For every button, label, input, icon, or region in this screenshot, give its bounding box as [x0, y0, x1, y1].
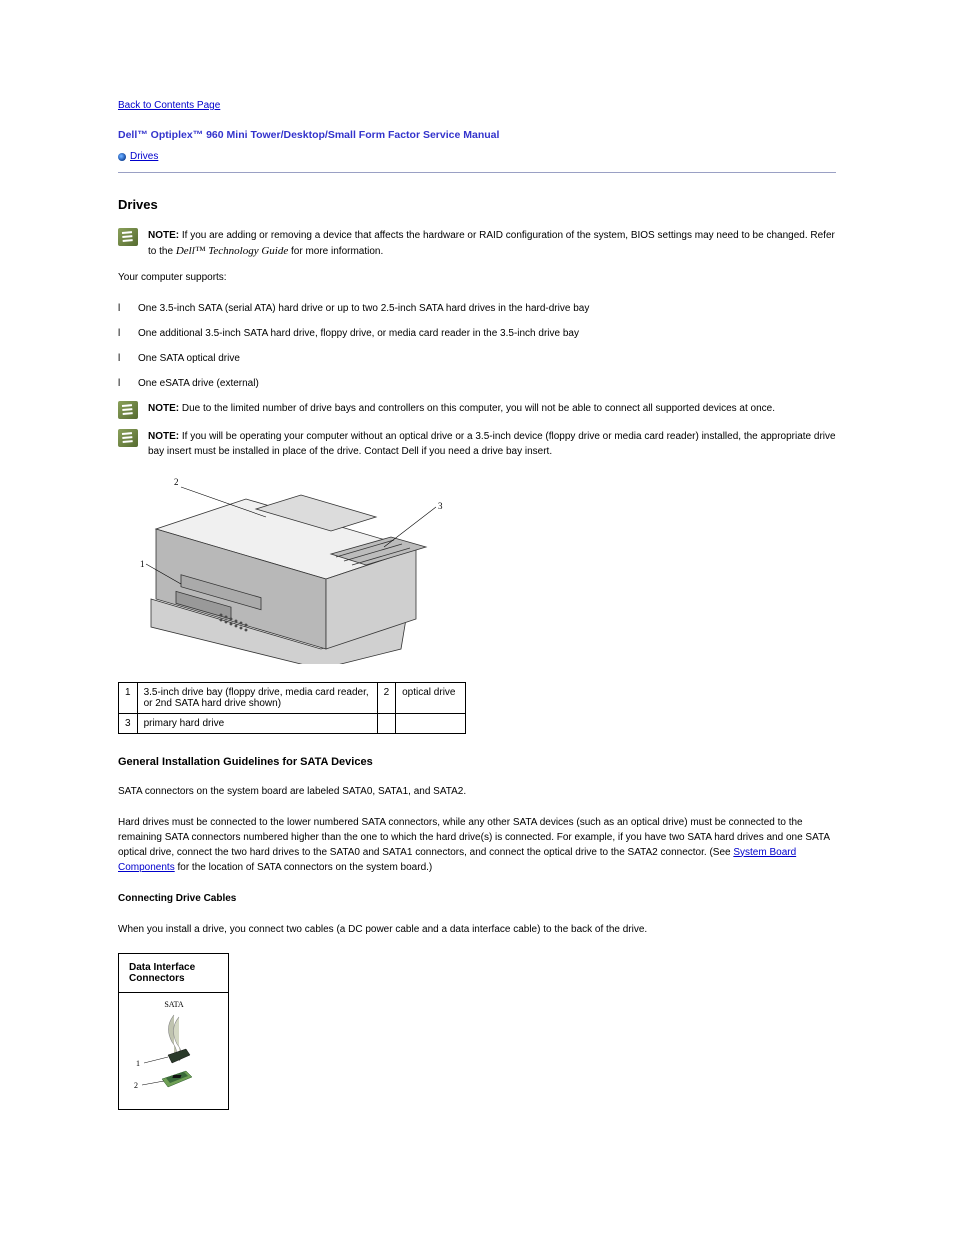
list-marker: l [118, 301, 132, 316]
list-text: One eSATA drive (external) [138, 376, 259, 391]
intro-text: Your computer supports: [118, 270, 836, 285]
list-text: One 3.5-inch SATA (serial ATA) hard driv… [138, 301, 589, 316]
table-row: SATA 1 2 [119, 992, 229, 1109]
list-marker: l [118, 351, 132, 366]
body-text: SATA connectors on the system board are … [118, 784, 836, 799]
note-after: for more information. [288, 246, 383, 257]
cables-subheading: Connecting Drive Cables [118, 891, 836, 906]
chassis-diagram: 1 2 3 [126, 469, 446, 664]
cable-figure-table: Data Interface Connectors SATA 1 [118, 953, 229, 1110]
chassis-illustration: 1 2 3 [126, 469, 446, 664]
list-item: l One eSATA drive (external) [118, 376, 836, 391]
table-row: 3 primary hard drive [119, 713, 466, 733]
note-prefix: NOTE: [148, 403, 179, 414]
bullet-icon [118, 153, 126, 161]
table-row: Data Interface Connectors [119, 953, 229, 992]
callout-table: 1 3.5-inch drive bay (floppy drive, medi… [118, 682, 466, 734]
list-text: One SATA optical drive [138, 351, 240, 366]
body-text: When you install a drive, you connect tw… [118, 922, 836, 937]
body-text: Hard drives must be connected to the low… [118, 815, 836, 875]
list-text: One additional 3.5-inch SATA hard drive,… [138, 326, 579, 341]
list-item: l One 3.5-inch SATA (serial ATA) hard dr… [118, 301, 836, 316]
callout-text: primary hard drive [137, 713, 377, 733]
callout-num: 3 [119, 713, 138, 733]
note-text: NOTE: Due to the limited number of drive… [148, 401, 775, 416]
list-item: l One SATA optical drive [118, 351, 836, 366]
note-prefix: NOTE: [148, 431, 179, 442]
diagram-callout-2: 2 [174, 477, 179, 487]
list-marker: l [118, 376, 132, 391]
note-1: NOTE: If you are adding or removing a de… [118, 228, 836, 260]
horizontal-rule [118, 172, 836, 173]
note-icon [118, 401, 138, 419]
manual-title: Dell™ Optiplex™ 960 Mini Tower/Desktop/S… [118, 129, 836, 141]
subheading-sata-guidelines: General Installation Guidelines for SATA… [118, 756, 836, 768]
cable-image-cell: SATA 1 2 [119, 992, 229, 1109]
table-row: 1 3.5-inch drive bay (floppy drive, medi… [119, 682, 466, 713]
callout-num: 2 [377, 682, 396, 713]
sata-connector-illustration: SATA 1 2 [124, 997, 224, 1102]
body-span: Hard drives must be connected to the low… [118, 817, 830, 858]
note-2: NOTE: Due to the limited number of drive… [118, 401, 836, 419]
note-body: If you will be operating your computer w… [148, 431, 836, 457]
diagram-label-2: 2 [134, 1081, 138, 1090]
callout-num: 1 [119, 682, 138, 713]
callout-empty [396, 713, 466, 733]
callout-text: 3.5-inch drive bay (floppy drive, media … [137, 682, 377, 713]
callout-text: optical drive [396, 682, 466, 713]
sata-label: SATA [164, 1000, 184, 1009]
body-span: for the location of SATA connectors on t… [175, 862, 433, 873]
back-to-contents-link[interactable]: Back to Contents Page [118, 100, 220, 111]
note-icon [118, 228, 138, 246]
cable-caption: Data Interface Connectors [119, 953, 229, 992]
bold-label: Connecting Drive Cables [118, 893, 236, 904]
list-item: l One additional 3.5-inch SATA hard driv… [118, 326, 836, 341]
diagram-label-1: 1 [136, 1059, 140, 1068]
toc-link-drives[interactable]: Drives [130, 151, 158, 162]
toc-row: Drives [118, 151, 836, 162]
note-3: NOTE: If you will be operating your comp… [118, 429, 836, 459]
note-prefix: NOTE: [148, 230, 179, 241]
note-text: NOTE: If you are adding or removing a de… [148, 228, 836, 260]
diagram-callout-3: 3 [438, 501, 443, 511]
note-text: NOTE: If you will be operating your comp… [148, 429, 836, 459]
list-marker: l [118, 326, 132, 341]
note-icon [118, 429, 138, 447]
section-heading-drives: Drives [118, 197, 836, 212]
callout-empty [377, 713, 396, 733]
diagram-callout-1: 1 [140, 559, 145, 569]
note-body: Due to the limited number of drive bays … [179, 403, 775, 414]
note-italic: Dell™ Technology Guide [176, 245, 288, 257]
